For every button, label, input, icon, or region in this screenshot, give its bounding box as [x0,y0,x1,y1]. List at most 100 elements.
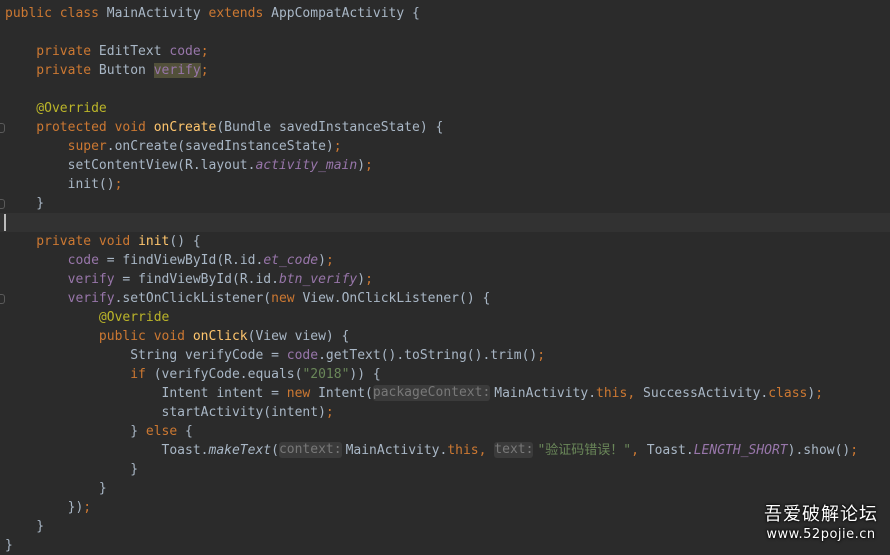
code-line[interactable]: } [0,460,890,479]
code-token: onCreate [153,120,217,135]
code-line[interactable]: } [0,479,890,498]
code-token: } [5,538,13,553]
code-token: ; [325,405,334,420]
parameter-hint: packageContext: [372,385,491,401]
code-line[interactable]: private EditText code; [0,42,890,61]
code-token: ; [325,253,334,268]
code-line[interactable] [0,213,890,232]
code-token: , [478,443,495,458]
parameter-hint: context: [278,442,342,458]
code-token: protected void [5,120,154,135]
code-line[interactable]: } [0,194,890,213]
code-token: () { [169,234,201,249]
code-token: init() [5,177,115,192]
watermark: 吾爱破解论坛 www.52pojie.cn [764,503,878,544]
code-line[interactable]: protected void onCreate(Bundle savedInst… [0,118,890,137]
code-line[interactable]: private void init() { [0,232,890,251]
watermark-url: www.52pojie.cn [766,527,876,542]
code-text: } [5,194,44,213]
code-token: ; [333,139,342,154]
code-text: public void onClick(View view) { [5,327,349,346]
code-line[interactable]: startActivity(intent); [0,403,890,422]
code-token: if [5,367,154,382]
code-text: private EditText code; [5,42,209,61]
code-line[interactable] [0,80,890,99]
code-token: } [5,519,45,534]
parameter-hint: text: [494,442,534,458]
code-token: class [768,386,808,401]
code-token: Toast. [646,443,694,458]
code-line[interactable]: @Override [0,308,890,327]
code-token: code [286,348,319,363]
code-line[interactable]: code = findViewById(R.id.et_code); [0,251,890,270]
code-editor[interactable]: public class MainActivity extends AppCom… [0,0,890,553]
code-token: ) [357,272,366,287]
code-line[interactable]: Intent intent = new Intent(packageContex… [0,384,890,403]
code-token: ; [114,177,123,192]
code-token: this [447,443,479,458]
code-token: = findViewById(R.id. [114,272,279,287]
code-token: Intent intent = [5,386,287,401]
code-token: makeText [208,443,272,458]
code-token: verify [67,291,115,306]
code-token: super [5,139,107,154]
text-caret [4,214,6,231]
code-token: } [5,424,146,439]
code-token: verify [67,272,115,287]
code-token: new [271,291,303,306]
code-token: ) [318,253,326,268]
code-token: SuccessActivity. [643,386,769,401]
code-line[interactable]: } [0,517,890,536]
code-token: ).show() [787,443,851,458]
code-line[interactable]: init(); [0,175,890,194]
code-line[interactable]: verify = findViewById(R.id.btn_verify); [0,270,890,289]
code-line[interactable]: public void onClick(View view) { [0,327,890,346]
code-line[interactable]: super.onCreate(savedInstanceState); [0,137,890,156]
code-line[interactable]: } [0,536,890,555]
code-token: else [145,424,186,439]
code-token: AppCompatActivity { [271,6,420,21]
code-token: .onCreate(savedInstanceState) [106,139,334,154]
code-line[interactable]: setContentView(R.layout.activity_main); [0,156,890,175]
code-text: init(); [5,175,123,194]
code-line[interactable]: @Override [0,99,890,118]
code-line[interactable]: if (verifyCode.equals("2018")) { [0,365,890,384]
code-token: { [185,424,193,439]
code-token: ; [365,158,373,173]
code-token: ; [537,348,546,363]
code-token: ; [365,272,373,287]
code-text: String verifyCode = code.getText().toStr… [5,346,545,365]
code-token: code [67,253,99,268]
code-token: Button [98,63,154,78]
code-line[interactable]: verify.setOnClickListener(new View.OnCli… [0,289,890,308]
code-line[interactable]: String verifyCode = code.getText().toStr… [0,346,890,365]
code-text: super.onCreate(savedInstanceState); [5,137,342,156]
code-token: new [286,386,319,401]
code-token: btn_verify [278,272,358,287]
code-token: verify [153,63,201,78]
code-line[interactable]: } else { [0,422,890,441]
code-token: LENGTH_SHORT [693,443,788,458]
code-token: View.OnClickListener() { [302,291,491,306]
code-line[interactable]: private Button verify; [0,61,890,80]
code-token: ; [200,44,209,59]
code-token: private [5,63,99,78]
code-token: activity_main [255,158,358,173]
code-token: "验证码错误！" [537,443,632,458]
code-token: ; [815,386,824,401]
code-line[interactable]: public class MainActivity extends AppCom… [0,4,890,23]
code-token: , [631,443,647,458]
code-line[interactable]: Toast.makeText(context: MainActivity.this… [0,441,890,460]
code-token: private [5,44,99,59]
code-token: EditText [98,44,170,59]
code-token: startActivity(intent) [5,405,326,420]
code-text: } [5,479,107,498]
code-text: public class MainActivity extends AppCom… [5,4,420,23]
code-token: @Override [5,101,107,116]
code-token: code [169,44,201,59]
code-line[interactable] [0,23,890,42]
code-text: Intent intent = new Intent(packageContex… [5,384,823,403]
code-line[interactable]: }); [0,498,890,517]
code-token: Intent( [318,386,373,401]
